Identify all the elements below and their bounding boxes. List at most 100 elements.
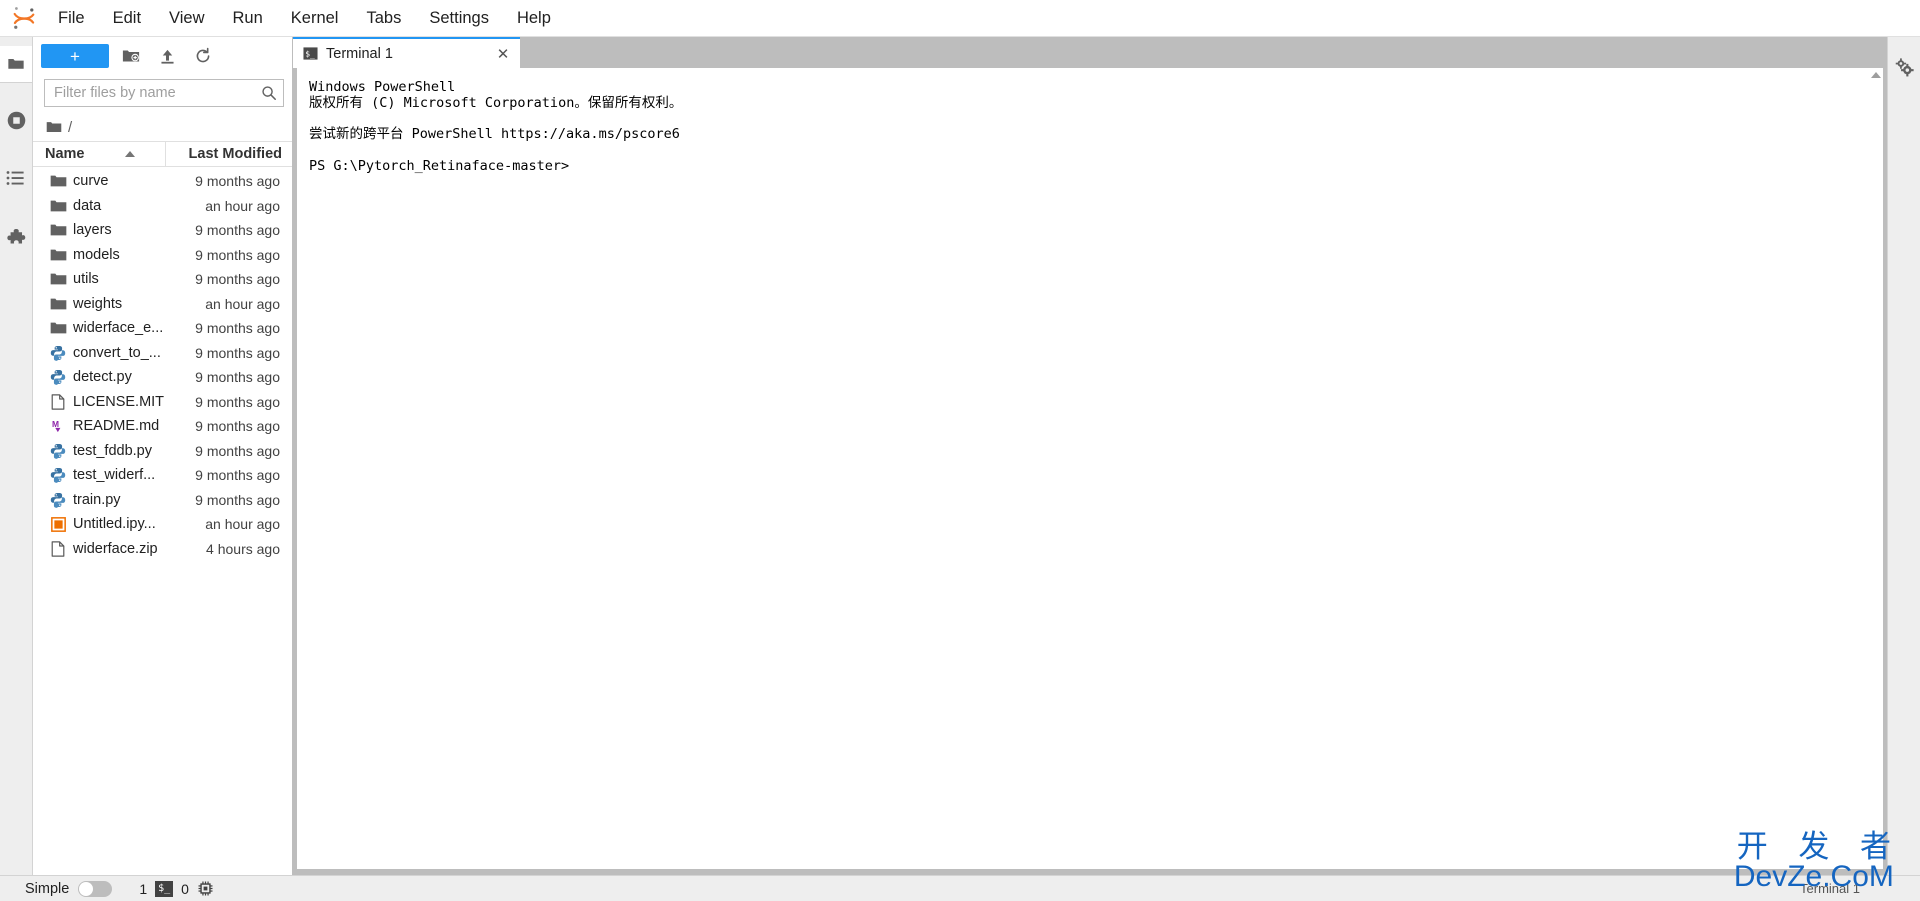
new-folder-button[interactable] xyxy=(117,43,145,69)
simple-mode-label: Simple xyxy=(25,880,70,897)
scrollbar-track[interactable] xyxy=(1869,78,1883,869)
close-icon[interactable]: ✕ xyxy=(494,45,512,63)
sidebar-item-file-browser[interactable] xyxy=(0,46,32,82)
file-list-item[interactable]: detect.py 9 months ago xyxy=(33,365,292,390)
sidebar-item-commands[interactable] xyxy=(0,160,32,196)
svg-text:$_: $_ xyxy=(305,50,315,59)
column-header-last-modified[interactable]: Last Modified xyxy=(166,142,292,166)
file-list-item[interactable]: utils 9 months ago xyxy=(33,267,292,292)
file-modified: 9 months ago xyxy=(195,271,280,288)
upload-button[interactable] xyxy=(153,43,181,69)
folder-icon xyxy=(45,248,71,262)
file-modified: an hour ago xyxy=(205,197,280,214)
file-list-item[interactable]: widerface_e... 9 months ago xyxy=(33,316,292,341)
file-modified: 9 months ago xyxy=(195,222,280,239)
file-modified: 9 months ago xyxy=(195,393,280,410)
file-list[interactable]: curve 9 months ago data an hour ago layers 9 … xyxy=(33,167,292,875)
file-modified: 9 months ago xyxy=(195,467,280,484)
tab-bar: $_ Terminal 1 ✕ xyxy=(293,37,1887,68)
refresh-button[interactable] xyxy=(189,43,217,69)
menu-kernel[interactable]: Kernel xyxy=(277,3,353,33)
list-icon xyxy=(6,169,26,187)
file-list-item[interactable]: LICENSE.MIT 9 months ago xyxy=(33,390,292,415)
simple-mode-toggle[interactable] xyxy=(78,880,113,897)
python-icon xyxy=(45,467,71,484)
menu-edit[interactable]: Edit xyxy=(99,3,155,33)
file-modified: 4 hours ago xyxy=(206,540,280,557)
file-modified: 9 months ago xyxy=(195,344,280,361)
file-name: test_widerf... xyxy=(73,467,156,484)
puzzle-icon xyxy=(6,226,27,247)
folder-icon xyxy=(45,174,71,188)
terminal-count[interactable]: 0 xyxy=(181,881,189,897)
menu-tabs[interactable]: Tabs xyxy=(352,3,415,33)
column-header-name-label: Name xyxy=(45,146,85,162)
status-context-label: Terminal 1 xyxy=(1800,881,1860,896)
new-launcher-button[interactable]: + xyxy=(41,44,109,68)
file-name: train.py xyxy=(73,491,121,508)
file-name: widerface.zip xyxy=(73,540,158,557)
sidebar-item-running[interactable] xyxy=(0,102,32,138)
folder-icon xyxy=(45,297,71,311)
file-name: layers xyxy=(73,222,112,239)
search-input[interactable] xyxy=(54,85,261,101)
cpu-icon[interactable] xyxy=(197,880,214,897)
terminal-scrollbar[interactable] xyxy=(1869,68,1883,869)
file-list-item[interactable]: curve 9 months ago xyxy=(33,169,292,194)
file-list-item[interactable]: weights an hour ago xyxy=(33,292,292,317)
file-name: detect.py xyxy=(73,369,132,386)
activity-divider xyxy=(0,82,32,90)
tab-terminal-1[interactable]: $_ Terminal 1 ✕ xyxy=(293,37,520,68)
file-name: convert_to_... xyxy=(73,344,161,361)
terminal-panel[interactable]: Windows PowerShell 版权所有 (C) Microsoft Co… xyxy=(296,68,1884,870)
search-icon[interactable] xyxy=(261,85,277,101)
python-icon xyxy=(45,369,71,386)
sidebar-item-property-inspector[interactable] xyxy=(1888,49,1920,85)
file-filter-container xyxy=(33,76,292,113)
folder-icon xyxy=(45,272,71,286)
menu-help[interactable]: Help xyxy=(503,3,565,33)
file-list-header: Name Last Modified xyxy=(33,141,292,167)
file-list-item[interactable]: train.py 9 months ago xyxy=(33,488,292,513)
menu-view[interactable]: View xyxy=(155,3,218,33)
file-list-item[interactable]: layers 9 months ago xyxy=(33,218,292,243)
file-list-item[interactable]: test_fddb.py 9 months ago xyxy=(33,439,292,464)
file-name: widerface_e... xyxy=(73,320,164,337)
menu-file[interactable]: File xyxy=(44,3,99,33)
kernel-count[interactable]: 1 xyxy=(139,881,147,897)
file-list-item[interactable]: models 9 months ago xyxy=(33,243,292,268)
file-name: README.md xyxy=(73,418,160,435)
file-name: LICENSE.MIT xyxy=(73,393,165,410)
refresh-icon xyxy=(194,47,212,65)
file-list-item[interactable]: Untitled.ipy... an hour ago xyxy=(33,512,292,537)
file-name: test_fddb.py xyxy=(73,442,152,459)
breadcrumb[interactable]: / xyxy=(33,113,292,141)
file-list-item[interactable]: test_widerf... 9 months ago xyxy=(33,463,292,488)
status-counts: 1 $_ 0 xyxy=(139,880,214,897)
file-modified: an hour ago xyxy=(205,516,280,533)
file-name: models xyxy=(73,246,120,263)
status-bar: Simple 1 $_ 0 Terminal 1 xyxy=(0,875,1920,901)
file-filter-box[interactable] xyxy=(44,79,284,107)
file-icon xyxy=(45,541,71,557)
column-header-name[interactable]: Name xyxy=(33,142,166,166)
terminal-output[interactable]: Windows PowerShell 版权所有 (C) Microsoft Co… xyxy=(297,68,1869,869)
jupyterlab-window: File Edit View Run Kernel Tabs Settings … xyxy=(0,0,1920,901)
folder-icon xyxy=(46,120,62,134)
menu-settings[interactable]: Settings xyxy=(415,3,503,33)
terminal-icon[interactable]: $_ xyxy=(155,880,174,897)
menu-run[interactable]: Run xyxy=(219,3,277,33)
svg-text:M: M xyxy=(51,419,58,429)
left-activity-bar xyxy=(0,37,33,875)
file-name: curve xyxy=(73,173,109,190)
file-browser-panel: + Filter files by name / Name Last Modif… xyxy=(33,37,293,875)
file-list-item[interactable]: convert_to_... 9 months ago xyxy=(33,341,292,366)
markdown-icon: M xyxy=(45,419,71,434)
file-list-item[interactable]: data an hour ago xyxy=(33,194,292,219)
sidebar-item-extensions[interactable] xyxy=(0,218,32,254)
file-list-item[interactable]: widerface.zip 4 hours ago xyxy=(33,537,292,562)
file-list-item[interactable]: M README.md 9 months ago xyxy=(33,414,292,439)
file-modified: 9 months ago xyxy=(195,246,280,263)
breadcrumb-root[interactable]: / xyxy=(68,119,72,136)
python-icon xyxy=(45,443,71,459)
